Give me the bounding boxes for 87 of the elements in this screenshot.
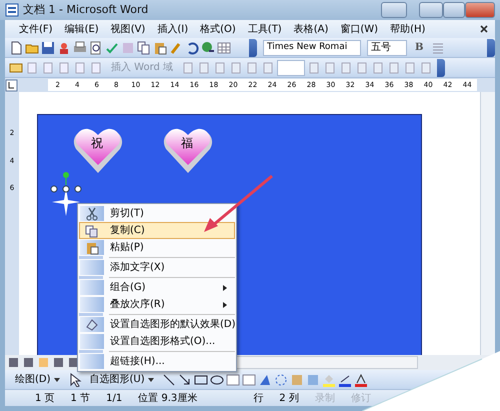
bold-button[interactable]: B [409,40,430,55]
menu-item[interactable]: 帮助(H) [384,22,432,36]
menu-item[interactable]: 窗口(W) [334,22,384,36]
line-color-icon[interactable] [338,372,352,386]
heart-label: 福 [181,135,193,152]
menu-item[interactable]: 表格(A) [288,22,334,36]
format-shape-icon [85,318,99,332]
status-text: 1 页 [34,392,56,406]
page-icon[interactable] [371,60,386,74]
draw-menu-button[interactable]: 绘图(D) [9,372,66,387]
menu-item[interactable]: 编辑(E) [58,22,105,36]
page-icon[interactable] [181,60,196,74]
page-icon[interactable] [339,60,354,74]
font-size-field[interactable]: 五号 [367,40,407,56]
page-icon[interactable] [73,60,87,74]
pointer-icon[interactable] [68,372,82,386]
toolbar-options-button[interactable] [487,38,495,56]
word-document-icon [5,3,19,17]
minimize-button[interactable] [419,2,443,18]
status-text: 1 节 [70,392,92,406]
heart-shape [73,127,123,174]
record-field[interactable] [277,60,306,76]
page-icon[interactable] [387,60,402,74]
caret-icon [54,378,60,382]
status-text: 1/1 [105,392,124,406]
menu-item[interactable]: 组合(G) [79,279,235,296]
page-icon[interactable] [213,60,228,74]
tab-selector-icon[interactable] [5,78,18,92]
text-box-icon[interactable] [226,372,240,386]
caret-icon [148,378,154,382]
status-text: 录制 [314,392,336,406]
status-text: 行 [252,392,264,406]
page-icon[interactable] [355,60,370,74]
rectangle-icon[interactable] [194,372,208,386]
status-text: 修订 [350,392,372,406]
menu-item[interactable]: 复制(C) [79,222,235,239]
new-document-icon[interactable] [9,40,23,54]
heart-shape [163,127,213,174]
copy-icon[interactable] [137,40,151,54]
font-field[interactable]: Times New Romai [263,40,361,56]
arrow-icon[interactable] [178,372,192,386]
page-icon[interactable] [57,60,71,74]
resize-button[interactable] [381,2,407,18]
menu-item[interactable]: 粘贴(P) [79,239,235,256]
text-box-icon[interactable] [242,372,256,386]
diagram-icon[interactable] [274,372,288,386]
menu-item[interactable]: 添加文字(X) [79,259,235,276]
print-icon[interactable] [73,40,87,54]
line-icon[interactable] [162,372,176,386]
menu-item[interactable]: 插入(I) [151,22,194,36]
print-preview-icon[interactable] [89,40,103,54]
oval-icon[interactable] [210,372,224,386]
close-icon[interactable] [479,24,489,34]
arrow [202,174,274,234]
document-icon[interactable] [25,60,39,74]
scissors-icon [85,206,99,220]
page-icon[interactable] [229,60,244,74]
toolbar-options-button[interactable] [249,38,257,56]
paste-icon [85,240,99,254]
maximize-button[interactable] [443,2,465,18]
menu-item[interactable]: 剪切(T) [79,205,235,222]
copy-icon [85,224,99,238]
wordart-icon[interactable] [258,372,272,386]
toolbar-options-button[interactable] [437,58,446,76]
vertical-scrollbar[interactable] [480,92,495,355]
paste-icon[interactable] [153,40,167,54]
autoshapes-menu-button[interactable]: 自选图形(U) [84,372,160,387]
window-title: 文档 1 - Microsoft Word [23,2,148,18]
menu-item[interactable]: 视图(V) [104,22,152,36]
page-icon[interactable] [197,60,212,74]
menu-item[interactable]: 格式(O) [194,22,242,36]
envelope-icon[interactable] [9,60,23,74]
align-icon[interactable] [431,40,446,54]
menu-item[interactable]: 设置自选图形格式(O)... [79,333,235,350]
menu-item[interactable]: 设置自选图形的默认效果(D) [79,316,235,333]
page-icon[interactable] [89,60,103,74]
menu-item[interactable]: 工具(T) [242,22,288,36]
font-color-icon[interactable] [354,372,368,386]
status-text: 2 列 [278,392,300,406]
close-button[interactable] [465,2,495,18]
menu-item[interactable]: 文件(F) [13,22,59,36]
page-icon[interactable] [403,60,418,74]
save-icon[interactable] [41,40,55,54]
menu-item[interactable]: 叠放次序(R) [79,296,235,313]
status-text: 位置 9.3厘米 [137,392,198,406]
heart-label: 祝 [91,135,103,152]
fill-color-icon[interactable] [322,372,336,386]
